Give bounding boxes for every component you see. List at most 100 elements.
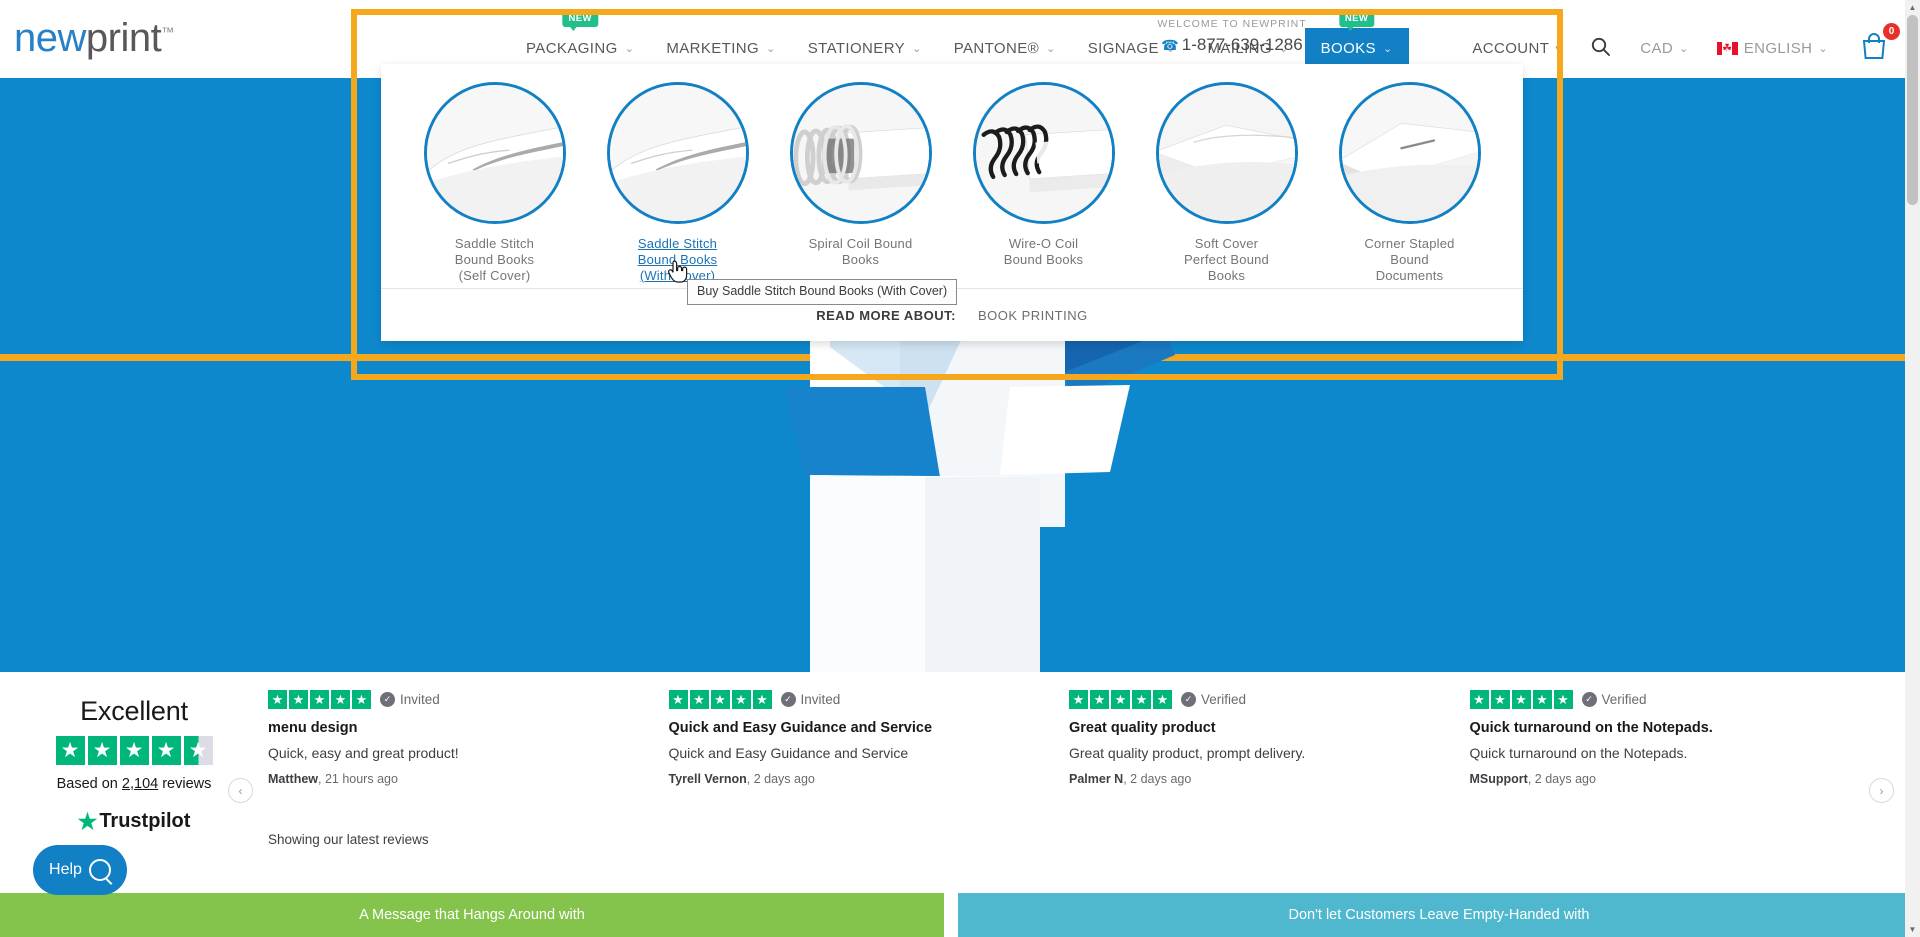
review-badge-label: Invited [800,692,841,707]
review-header: ★ ★ ★ ★ ★ ✓ Verified [1469,690,1841,709]
scrollbar-thumb[interactable] [1907,15,1918,205]
read-more-label: READ MORE ABOUT: [816,307,956,323]
promo-band-green[interactable]: A Message that Hangs Around with [0,893,944,937]
trustpilot-reviews-section: Excellent ★ ★ ★ ★ ★ Based on 2,104 revie… [0,672,1920,893]
review-star-rating: ★ ★ ★ ★ ★ [668,690,772,709]
nav-label: MARKETING [666,40,760,57]
new-badge: NEW [562,12,598,30]
phone-text: 1-877-639-1286 [1181,35,1303,54]
scroll-down-arrow-icon[interactable]: ▼ [1905,922,1920,937]
review-author: MSupport [1469,772,1528,786]
review-star-rating: ★ ★ ★ ★ ★ [268,690,371,709]
review-badge: ✓ Verified [1181,692,1246,707]
review-body: Quick, easy and great product! [268,745,459,761]
chevron-down-icon: ⌄ [1046,43,1056,55]
mega-item-corner-stapled-bound[interactable]: Corner Stapled Bound Documents [1325,82,1495,284]
check-icon: ✓ [1181,692,1196,707]
star-icon: ★ [1469,690,1489,709]
canada-flag-icon: ☘ [1716,42,1738,55]
site-logo[interactable]: newprint™ [14,18,174,58]
mega-item-wire-o-coil-bound[interactable]: Wire-O Coil Bound Books [959,82,1129,268]
review-card[interactable]: ★ ★ ★ ★ ★ ✓ Invited Quick and Easy Guida… [668,690,1070,786]
chevron-down-icon: ⌄ [624,43,635,55]
check-icon: ✓ [380,692,395,707]
mega-item-label: Saddle Stitch Bound Books (Self Cover) [454,236,535,283]
phone-icon: ☎ [1161,37,1179,53]
star-icon: ★ [55,736,85,765]
wire-o-coil-bound-icon [972,82,1115,224]
review-card[interactable]: ★ ★ ★ ★ ★ ✓ Invited menu design Quick, e… [268,690,669,786]
trustpilot-summary: Excellent ★ ★ ★ ★ ★ Based on 2,104 revie… [22,696,246,833]
star-icon: ★ [119,736,149,765]
mega-item-saddle-stitch-self-cover[interactable]: Saddle Stitch Bound Books (Self Cover) [410,82,580,284]
review-title: Quick and Easy Guidance and Service [668,720,933,736]
scroll-up-arrow-icon[interactable]: ▲ [1905,0,1920,15]
cart-button[interactable]: 0 [1842,23,1900,69]
review-author: Palmer N [1069,772,1124,786]
review-title: Quick turnaround on the Notepads. [1469,720,1713,736]
review-body: Great quality product, prompt delivery. [1069,745,1306,761]
phone-number[interactable]: ☎ 1-877-639-1286 [1112,35,1352,55]
star-icon: ★ [1553,690,1573,709]
star-icon: ★ [752,690,772,709]
review-badge-label: Invited [400,692,440,707]
star-icon: ★ [710,690,730,709]
review-card[interactable]: ★ ★ ★ ★ ★ ✓ Verified Quick turnaround on… [1469,690,1871,786]
review-meta: MSupport, 2 days ago [1470,772,1841,786]
review-header: ★ ★ ★ ★ ★ ✓ Invited [668,690,1040,709]
mega-item-spiral-coil-bound[interactable]: Spiral Coil Bound Books [776,82,946,268]
star-icon: ★ [289,690,308,709]
star-icon: ★ [1090,690,1109,709]
logo-prefix: new [14,16,86,60]
carousel-prev-button[interactable]: ‹ [228,778,253,803]
mega-item-label: Soft Cover Perfect Bound Books [1184,236,1269,283]
trustpilot-rating-word: Excellent [80,696,188,726]
review-count-value: 2,104 [121,776,159,792]
carousel-next-button[interactable]: › [1869,778,1894,803]
promo-band-teal[interactable]: Don't let Customers Leave Empty-Handed w… [958,893,1920,937]
star-icon: ★ [1132,690,1151,709]
help-widget-button[interactable]: Help [33,845,127,895]
review-card[interactable]: ★ ★ ★ ★ ★ ✓ Verified Great quality produ… [1069,690,1470,786]
chevron-down-icon: ⌄ [1679,43,1689,55]
review-badge: ✓ Invited [780,692,841,707]
mega-item-label: Saddle Stitch Bound Books (With Cover) [637,236,718,283]
chevron-down-icon: ▾ [1555,43,1562,55]
review-time: , 2 days ago [1123,772,1192,786]
review-title: menu design [268,720,358,736]
magnifier-icon [88,859,111,881]
chevron-down-icon: ⌄ [1818,43,1828,55]
logo-suffix: print [85,16,162,60]
mega-item-soft-cover-perfect-bound[interactable]: Soft Cover Perfect Bound Books [1142,82,1312,284]
star-icon: ★ [151,736,181,765]
star-icon: ★ [731,690,751,709]
search-icon[interactable] [1575,33,1626,65]
promo-bands: A Message that Hangs Around with Don't l… [0,893,1920,937]
star-icon: ★ [331,690,350,709]
promo-band-teal-text: Don't let Customers Leave Empty-Handed w… [1288,907,1590,923]
scrollbar-track[interactable] [1905,15,1920,922]
review-time: , 21 hours ago [318,772,398,786]
star-icon: ★ [1111,690,1130,709]
star-icon: ★ [87,736,117,765]
star-icon: ★ [668,690,688,709]
mega-item-saddle-stitch-with-cover[interactable]: Saddle Stitch Bound Books (With Cover) [593,82,763,284]
trustpilot-logo: ★ Trustpilot [22,810,246,833]
review-meta: Matthew, 21 hours ago [268,772,639,786]
review-body: Quick and Easy Guidance and Service [668,745,909,761]
currency-selector[interactable]: CAD ⌄ [1626,36,1703,61]
soft-cover-perfect-bound-icon [1155,82,1298,224]
review-star-rating: ★ ★ ★ ★ ★ [1069,690,1172,709]
review-badge-label: Verified [1601,692,1647,707]
saddle-stitch-self-cover-icon [423,82,566,224]
trustpilot-logo-text: Trustpilot [99,810,191,832]
star-icon: ★ [1532,690,1552,709]
review-time: , 2 days ago [1527,772,1596,786]
language-selector[interactable]: ☘ ENGLISH ⌄ [1703,36,1842,61]
account-menu[interactable]: ACCOUNT ▾ [1458,36,1575,61]
read-more-link-book-printing[interactable]: BOOK PRINTING [978,308,1088,323]
page-scrollbar[interactable]: ▲ ▼ [1905,0,1920,937]
mega-item-label: Wire-O Coil Bound Books [1003,236,1084,267]
chevron-down-icon: ⌄ [766,43,776,55]
corner-stapled-bound-icon [1338,82,1481,224]
